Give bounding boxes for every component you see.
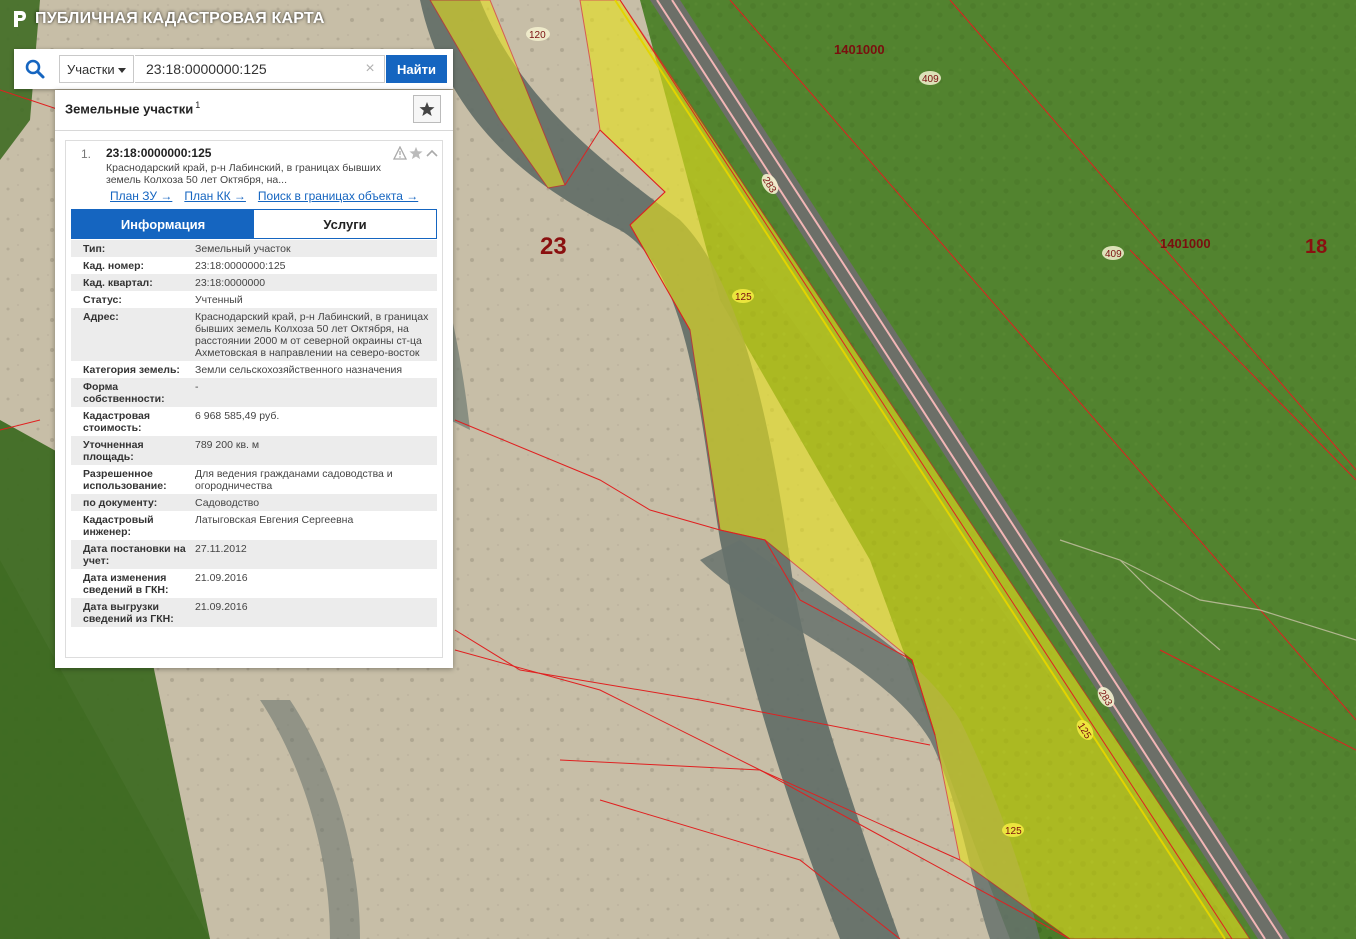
- svg-text:125: 125: [735, 292, 752, 303]
- info-table: Тип: Земельный участок Кад. номер: 23:18:00…: [71, 240, 437, 627]
- info-row: Тип: Земельный участок: [71, 240, 437, 257]
- info-key: по документу:: [83, 497, 158, 509]
- result-index: 1.: [81, 147, 92, 161]
- panel-title: Земельные участки 1: [65, 100, 200, 116]
- info-row: Кад. квартал: 23:18:0000000: [71, 274, 437, 291]
- info-value: 6 968 585,49 руб.: [195, 410, 280, 422]
- find-button[interactable]: Найти: [386, 55, 447, 83]
- app-title: ПУБЛИЧНАЯ КАДАСТРОВАЯ КАРТА: [35, 10, 325, 27]
- info-row: Кадастровый инженер: Латыговская Евгения …: [71, 511, 437, 540]
- info-value: Земельный участок: [195, 243, 291, 255]
- search-icon[interactable]: [24, 58, 46, 80]
- parcel-label-409-a: 409: [919, 71, 941, 85]
- info-key: Статус:: [83, 294, 122, 306]
- tab-information[interactable]: Информация: [72, 210, 254, 238]
- logo-icon: [14, 11, 26, 27]
- svg-text:409: 409: [922, 74, 939, 85]
- info-key: Категория земель:: [83, 364, 180, 376]
- info-value-link[interactable]: 23:18:0000000: [191, 274, 437, 291]
- info-row: Форма собственности: -: [71, 378, 437, 407]
- info-key: Дата выгрузки сведений из ГКН:: [83, 601, 174, 625]
- info-row: Разрешенное использование: Для ведения гр…: [71, 465, 437, 494]
- app-header: ПУБЛИЧНАЯ КАДАСТРОВАЯ КАРТА: [12, 10, 325, 28]
- quarter-label-b: 1401000: [1160, 236, 1211, 251]
- chevron-up-icon[interactable]: [425, 146, 439, 160]
- svg-text:120: 120: [529, 30, 546, 41]
- info-value-link[interactable]: 23:18:0000000:125: [191, 257, 437, 274]
- info-row: Уточненная площадь: 789 200 кв. м: [71, 436, 437, 465]
- plan-kk-link[interactable]: План КК →: [184, 189, 246, 203]
- warning-icon[interactable]: [392, 145, 408, 160]
- info-key: Адрес:: [83, 311, 119, 323]
- info-row: Кад. номер: 23:18:0000000:125: [71, 257, 437, 274]
- info-key: Кад. квартал:: [83, 277, 153, 289]
- info-key: Дата постановки на учет:: [83, 543, 186, 567]
- info-key: Разрешенное использование:: [83, 468, 167, 492]
- search-input[interactable]: [135, 55, 385, 83]
- info-key: Тип:: [83, 243, 106, 255]
- info-value: Латыговская Евгения Сергеевна: [195, 514, 354, 526]
- info-value: Учтенный: [195, 294, 243, 306]
- chevron-down-icon: [118, 68, 126, 73]
- info-value: -: [195, 381, 199, 393]
- info-row: Кадастровая стоимость: 6 968 585,49 руб.: [71, 407, 437, 436]
- panel-title-text: Земельные участки: [65, 101, 194, 117]
- info-value: Земли сельскохозяйственного назначения: [195, 364, 403, 376]
- object-type-select[interactable]: Участки: [59, 55, 134, 83]
- svg-text:125: 125: [1005, 826, 1022, 837]
- info-row: Дата постановки на учет: 27.11.2012: [71, 540, 437, 569]
- info-row: Статус: Учтенный: [71, 291, 437, 308]
- star-icon[interactable]: [409, 146, 423, 160]
- search-bar: Участки × Найти: [14, 49, 453, 89]
- result-tools: [392, 145, 439, 160]
- result-item: 1. 23:18:0000000:125 Краснодарский край,…: [65, 140, 443, 658]
- result-links: План ЗУ → План КК → Поиск в границах объ…: [110, 189, 418, 203]
- info-key: Дата изменения сведений в ГКН:: [83, 572, 169, 596]
- info-row: по документу: Садоводство: [71, 494, 437, 511]
- close-icon[interactable]: ×: [361, 60, 379, 78]
- parcel-label-409-b: 409: [1102, 246, 1124, 260]
- result-description: Краснодарский край, р-н Лабинский, в гра…: [106, 162, 381, 186]
- result-tabs: Информация Услуги: [71, 209, 437, 239]
- info-value: 21.09.2016: [195, 572, 248, 584]
- results-panel: Земельные участки 1 1. 23:18:0000000:125 …: [55, 90, 453, 668]
- parcel-label-125-a: 125: [732, 289, 754, 303]
- info-value: 21.09.2016: [195, 601, 248, 613]
- info-key: Кадастровый инженер:: [83, 514, 154, 538]
- info-key: Форма собственности:: [83, 381, 165, 405]
- quarter-label-a: 1401000: [834, 42, 885, 57]
- info-row: Адрес: Краснодарский край, р-н Лабинский,…: [71, 308, 437, 361]
- object-type-label: Участки: [67, 61, 115, 77]
- info-key: Кад. номер:: [83, 260, 145, 272]
- info-value: 789 200 кв. м: [195, 439, 260, 451]
- svg-text:409: 409: [1105, 249, 1122, 260]
- info-key: Кадастровая стоимость:: [83, 410, 150, 434]
- plan-zu-link[interactable]: План ЗУ →: [110, 189, 172, 203]
- favorite-button[interactable]: [413, 95, 441, 123]
- region-label: 23: [540, 233, 567, 260]
- parcel-label-120: 120: [526, 27, 550, 41]
- info-value: Садоводство: [195, 497, 260, 509]
- tab-services[interactable]: Услуги: [254, 210, 436, 238]
- info-value: Для ведения гражданами садоводства и ого…: [195, 468, 393, 492]
- info-value: Краснодарский край, р-н Лабинский, в гра…: [195, 311, 429, 359]
- info-row: Категория земель: Земли сельскохозяйствен…: [71, 361, 437, 378]
- search-in-bounds-link[interactable]: Поиск в границах объекта →: [258, 189, 418, 203]
- info-key: Уточненная площадь:: [83, 439, 144, 463]
- panel-header: Земельные участки 1: [55, 90, 453, 131]
- star-icon: [419, 102, 435, 116]
- info-value: 27.11.2012: [195, 543, 247, 555]
- info-row: Дата выгрузки сведений из ГКН: 21.09.2016: [71, 598, 437, 627]
- info-row: Дата изменения сведений в ГКН: 21.09.2016: [71, 569, 437, 598]
- result-cadastral-number[interactable]: 23:18:0000000:125: [106, 146, 211, 160]
- results-count: 1: [195, 100, 201, 110]
- parcel-label-125-c: 125: [1002, 823, 1024, 837]
- region-label-2: 18: [1305, 236, 1327, 258]
